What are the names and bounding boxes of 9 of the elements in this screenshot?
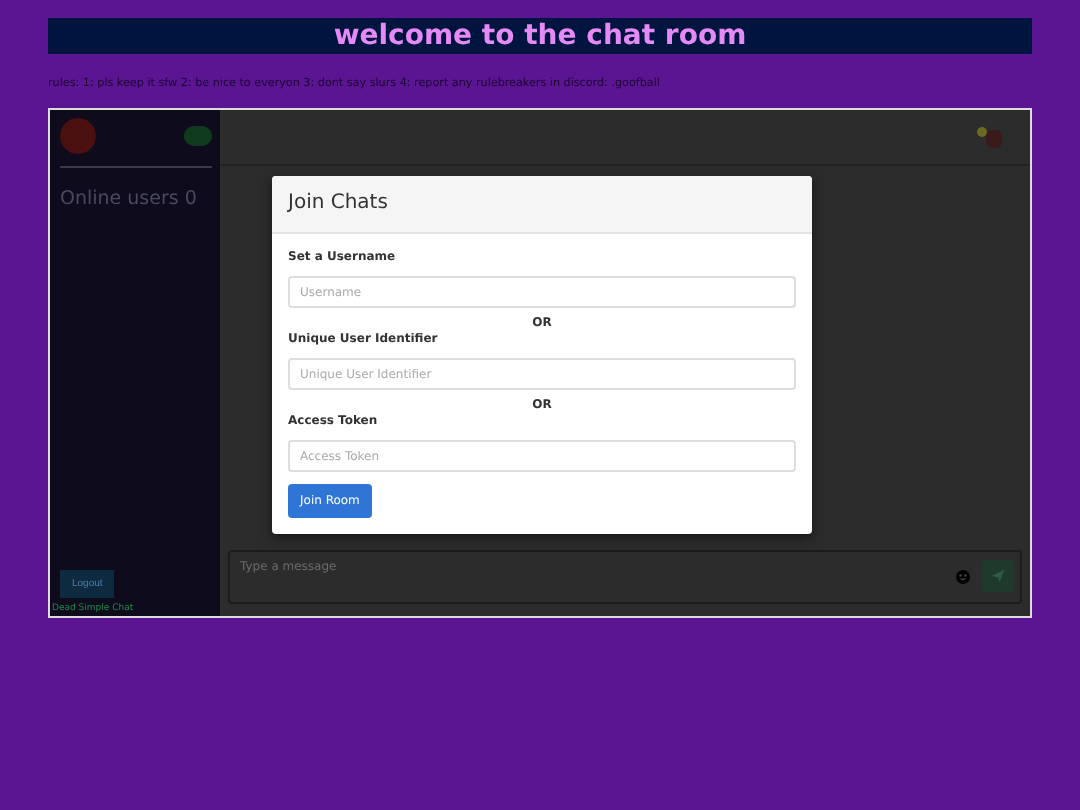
dialog-title: Join Chats: [272, 176, 812, 234]
online-users-label: Online users 0: [60, 188, 199, 210]
page-title: welcome to the chat room: [48, 18, 1032, 54]
send-button[interactable]: [982, 560, 1014, 592]
send-icon: [990, 568, 1006, 584]
character-icon: [974, 121, 1006, 153]
avatar-icon: [60, 118, 96, 154]
status-pill-icon: [184, 126, 212, 146]
smiley-icon[interactable]: [956, 570, 970, 584]
